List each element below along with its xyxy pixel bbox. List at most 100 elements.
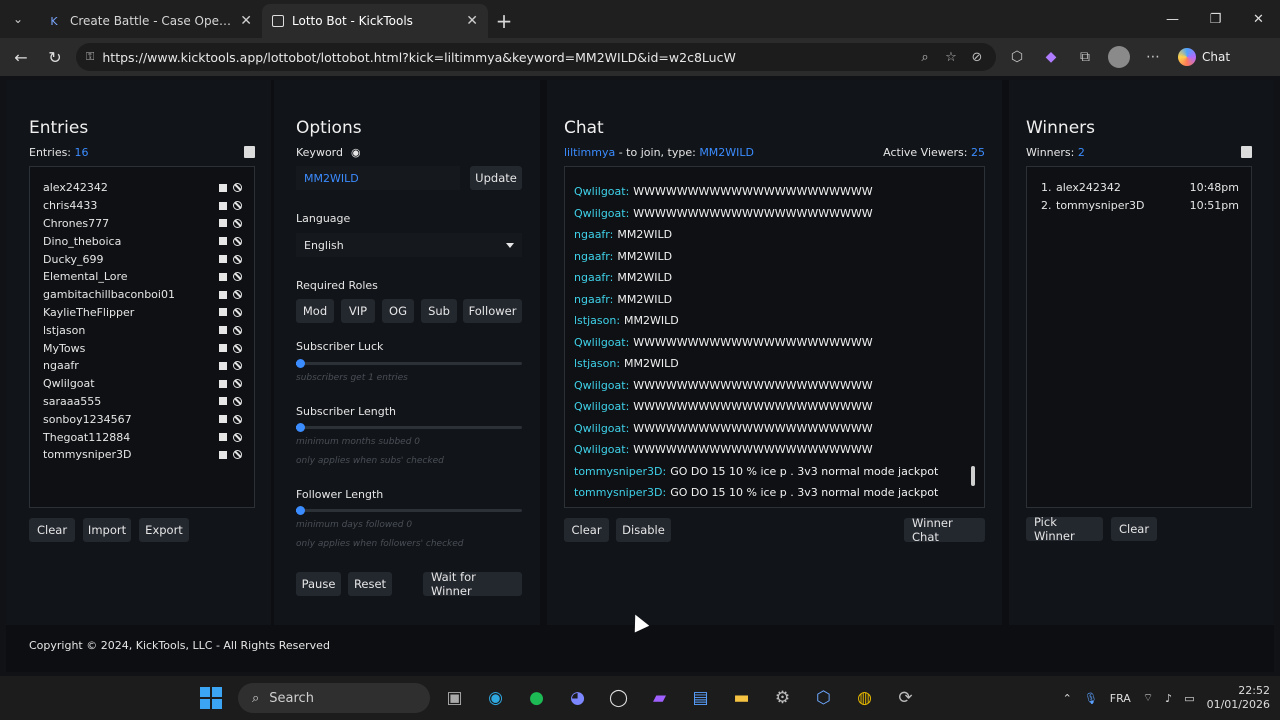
clear-chat-button[interactable]: Clear — [564, 518, 609, 542]
taskbar-search[interactable]: ⌕ Search — [238, 683, 430, 713]
pause-button[interactable]: Pause — [296, 572, 341, 596]
more-menu-icon[interactable]: ⋯ — [1140, 44, 1166, 70]
video-editor-icon[interactable]: ▰ — [643, 682, 676, 715]
update-button[interactable]: Update — [470, 166, 522, 190]
ban-icon[interactable] — [233, 343, 242, 353]
slider-handle[interactable] — [296, 359, 305, 368]
tab-actions-menu[interactable]: ⌄ — [0, 0, 36, 38]
checkbox-icon[interactable] — [219, 219, 227, 228]
role-follower-button[interactable]: Follower — [463, 299, 522, 323]
subscriber-luck-slider[interactable] — [296, 359, 522, 368]
role-sub-button[interactable]: Sub — [421, 299, 457, 323]
copy-icon[interactable] — [1241, 146, 1252, 158]
channel-name[interactable]: liltimmya — [564, 146, 615, 159]
battery-icon[interactable]: ▭ — [1184, 692, 1194, 705]
copy-icon[interactable] — [244, 146, 255, 158]
extension-icon[interactable]: ◆ — [1038, 44, 1064, 70]
ban-icon[interactable] — [233, 183, 242, 193]
checkbox-icon[interactable] — [219, 450, 227, 459]
language-select[interactable]: English — [296, 233, 522, 257]
close-window-button[interactable]: ✕ — [1237, 0, 1280, 38]
whatsapp-icon[interactable]: ◯ — [602, 682, 635, 715]
eye-icon[interactable]: ◉ — [351, 146, 361, 159]
ban-icon[interactable] — [233, 236, 242, 246]
tracking-blocked-icon[interactable]: ⊘ — [968, 50, 986, 65]
slider-handle[interactable] — [296, 423, 305, 432]
extensions-puzzle-icon[interactable]: ⧉ — [1072, 44, 1098, 70]
checkbox-icon[interactable] — [219, 433, 227, 442]
extension-icon[interactable]: ⬡ — [1004, 44, 1030, 70]
keyword-input[interactable]: MM2WILD — [296, 166, 460, 190]
favorite-star-icon[interactable]: ☆ — [942, 50, 960, 65]
chat-messages[interactable]: Qwlilgoat: WWWWWWWWWWWWWWWWWWWWWW Qwlilgoa… — [564, 166, 985, 508]
role-og-button[interactable]: OG — [382, 299, 414, 323]
disable-chat-button[interactable]: Disable — [616, 518, 671, 542]
ban-icon[interactable] — [233, 290, 242, 300]
profile-avatar[interactable] — [1106, 44, 1132, 70]
language-indicator[interactable]: FRA — [1110, 692, 1131, 705]
checkbox-icon[interactable] — [219, 361, 227, 370]
app-icon[interactable]: ⟳ — [889, 682, 922, 715]
ban-icon[interactable] — [233, 272, 242, 282]
checkbox-icon[interactable] — [219, 290, 227, 299]
clock[interactable]: 22:52 01/01/2026 — [1207, 684, 1270, 712]
ban-icon[interactable] — [233, 307, 242, 317]
microphone-icon[interactable]: 🎙︎ — [1084, 692, 1098, 705]
checkbox-icon[interactable] — [219, 237, 227, 246]
checkbox-icon[interactable] — [219, 201, 227, 210]
start-button[interactable] — [200, 687, 222, 709]
address-bar[interactable]: ⚿ https://www.kicktools.app/lottobot/lot… — [76, 43, 996, 71]
wait-for-winner-button[interactable]: Wait for Winner — [423, 570, 522, 598]
new-tab-button[interactable]: + — [488, 4, 520, 38]
edge-icon[interactable]: ◉ — [479, 682, 512, 715]
site-info-icon[interactable]: ⚿ — [86, 50, 94, 64]
ban-icon[interactable] — [233, 254, 242, 264]
slider-handle[interactable] — [296, 506, 305, 515]
checkbox-icon[interactable] — [219, 308, 227, 317]
checkbox-icon[interactable] — [219, 272, 227, 281]
ban-icon[interactable] — [233, 414, 242, 424]
checkbox-icon[interactable] — [219, 344, 227, 353]
clear-winners-button[interactable]: Clear — [1111, 517, 1157, 541]
close-icon[interactable]: ✕ — [240, 13, 252, 29]
checkbox-icon[interactable] — [219, 255, 227, 264]
minimize-button[interactable]: — — [1151, 0, 1194, 38]
chrome-icon[interactable]: ◍ — [848, 682, 881, 715]
role-mod-button[interactable]: Mod — [296, 299, 334, 323]
spotify-icon[interactable]: ● — [520, 682, 553, 715]
checkbox-icon[interactable] — [219, 326, 227, 335]
zoom-icon[interactable]: ⌕ — [916, 50, 934, 65]
maximize-button[interactable]: ❐ — [1194, 0, 1237, 38]
file-explorer-icon[interactable]: ▬ — [725, 682, 758, 715]
ban-icon[interactable] — [233, 361, 242, 371]
ban-icon[interactable] — [233, 432, 242, 442]
copilot-chat-button[interactable]: Chat — [1178, 48, 1230, 66]
role-vip-button[interactable]: VIP — [341, 299, 375, 323]
back-button[interactable]: ← — [8, 44, 34, 70]
ban-icon[interactable] — [233, 450, 242, 460]
app-icon[interactable]: ▤ — [684, 682, 717, 715]
ban-icon[interactable] — [233, 218, 242, 228]
ban-icon[interactable] — [233, 396, 242, 406]
follower-length-slider[interactable] — [296, 506, 522, 515]
chevron-up-icon[interactable]: ⌃ — [1063, 692, 1072, 705]
winner-chat-button[interactable]: Winner Chat — [904, 516, 985, 544]
discord-icon[interactable]: ◕ — [561, 682, 594, 715]
wifi-icon[interactable]: ⌔ — [1143, 691, 1153, 705]
ban-icon[interactable] — [233, 325, 242, 335]
task-view-icon[interactable]: ▣ — [438, 682, 471, 715]
settings-gear-icon[interactable]: ⚙ — [766, 682, 799, 715]
volume-icon[interactable]: ♪ — [1165, 692, 1172, 705]
clear-entries-button[interactable]: Clear — [29, 518, 75, 542]
export-button[interactable]: Export — [139, 518, 189, 542]
import-button[interactable]: Import — [83, 518, 131, 542]
checkbox-icon[interactable] — [219, 415, 227, 424]
browser-tab-2[interactable]: Lotto Bot - KickTools ✕ — [262, 4, 488, 38]
app-icon[interactable]: ⬡ — [807, 682, 840, 715]
browser-tab-1[interactable]: K Create Battle - Case Opening Battle ✕ — [36, 4, 262, 38]
subscriber-length-slider[interactable] — [296, 423, 522, 432]
refresh-button[interactable]: ↻ — [42, 44, 68, 70]
reset-button[interactable]: Reset — [348, 572, 392, 596]
checkbox-icon[interactable] — [219, 183, 227, 192]
ban-icon[interactable] — [233, 379, 242, 389]
